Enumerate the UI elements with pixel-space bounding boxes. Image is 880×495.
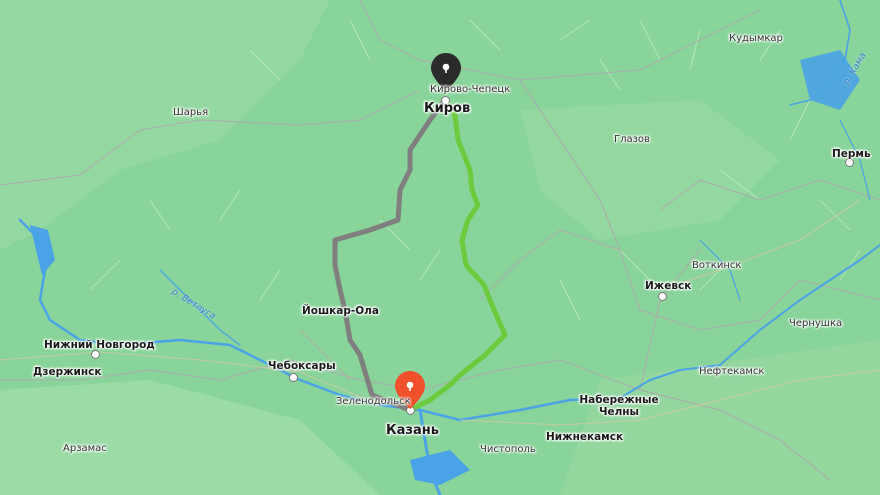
label-kirovo-chepetsk: Кирово-Чепецк xyxy=(430,84,511,95)
map-view[interactable]: Кирово-Чепецк Киров Казань Кудымкар Шарь… xyxy=(0,0,880,495)
label-arzamas: Арзамас xyxy=(63,443,107,454)
label-nizhnekamsk: Нижнекамск xyxy=(546,431,624,443)
label-kirov[interactable]: Киров xyxy=(424,101,470,116)
end-pin[interactable] xyxy=(394,370,426,414)
label-zelenodolsk: Зеленодольск xyxy=(336,396,411,407)
label-yoshkar-ola[interactable]: Йошкар-Ола xyxy=(302,305,379,317)
label-perm[interactable]: Пермь xyxy=(832,148,871,160)
label-chernushka: Чернушка xyxy=(789,318,843,329)
city-dot-cheboksary xyxy=(289,373,298,382)
label-nizhny-novgorod[interactable]: Нижний Новгород xyxy=(44,339,155,351)
label-chistopol: Чистополь xyxy=(480,444,536,455)
label-cheboksary[interactable]: Чебоксары xyxy=(268,360,336,372)
label-votkinsk: Воткинск xyxy=(692,260,742,271)
label-kazan[interactable]: Казань xyxy=(386,423,439,438)
label-neftekamsk: Нефтекамск xyxy=(699,366,765,377)
label-dzerzhinsk: Дзержинск xyxy=(33,366,102,378)
city-dot-izhevsk xyxy=(658,292,667,301)
label-naberezhnye-chelny[interactable]: Набережные Челны xyxy=(579,394,659,418)
label-izhevsk[interactable]: Ижевск xyxy=(645,280,691,292)
label-kudymkar: Кудымкар xyxy=(729,33,783,44)
city-dot-nizhny-novgorod xyxy=(91,350,100,359)
label-sharya: Шарья xyxy=(173,107,209,118)
label-glazov: Глазов xyxy=(614,134,650,145)
